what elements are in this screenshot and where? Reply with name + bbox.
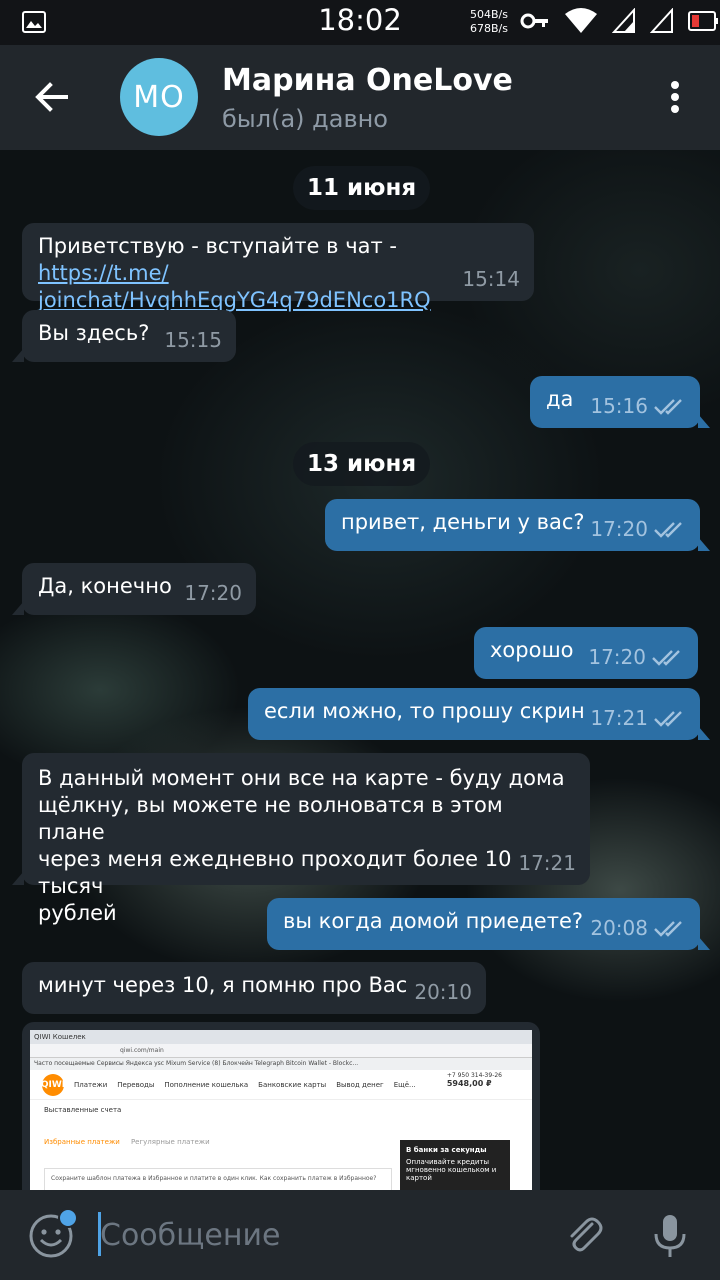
outgoing-message[interactable]: привет, деньги у вас? 17:20 <box>325 499 710 551</box>
network-speed: 504B/s 678B/s <box>470 8 508 36</box>
message-time: 17:20 <box>590 517 648 541</box>
qiwi-invoices: Выставленные счета <box>44 1106 122 1114</box>
message-time: 20:10 <box>414 980 472 1004</box>
chat-title[interactable]: Марина OneLove <box>222 63 513 98</box>
message-text: если можно, то прошу скрин <box>264 699 585 723</box>
wifi-icon <box>565 8 597 33</box>
microphone-icon[interactable] <box>650 1212 690 1260</box>
emoji-notification-dot <box>58 1208 78 1228</box>
message-time: 15:15 <box>164 328 222 352</box>
message-text: вы когда домой приедете? <box>283 909 584 933</box>
message-input[interactable] <box>100 1214 520 1256</box>
message-time: 17:21 <box>518 851 576 875</box>
speed-up: 504B/s <box>470 8 508 21</box>
qiwi-logo: QIWI <box>41 1073 65 1096</box>
back-arrow-icon[interactable] <box>30 75 74 119</box>
message-input-bar <box>0 1190 720 1280</box>
qiwi-screenshot-image: QIWI Кошелек qiwi.com/main Часто посещае… <box>30 1030 532 1190</box>
date-separator: 13 июня <box>293 442 431 486</box>
message-link-cont[interactable]: joinchat/HvqhhEqgYG4q79dENco1RQ <box>38 288 431 312</box>
chat-header: МО Марина OneLove был(а) давно <box>0 45 720 150</box>
vpn-key-icon <box>520 13 548 29</box>
incoming-message[interactable]: Да, конечно 17:20 <box>12 563 256 615</box>
read-checkmarks-icon <box>654 710 682 727</box>
message-link[interactable]: https://t.me/ <box>38 261 169 285</box>
signal-icon-1 <box>612 8 635 33</box>
more-vert-icon[interactable] <box>660 75 690 119</box>
signal-icon-2 <box>650 8 673 33</box>
message-time: 20:08 <box>590 916 648 940</box>
browser-bookmarks: Часто посещаемые Сервисы Яндекса ysc Mix… <box>30 1058 532 1070</box>
attach-paperclip-icon[interactable] <box>562 1212 608 1258</box>
avatar[interactable]: МО <box>120 58 198 136</box>
message-time: 15:14 <box>462 267 520 291</box>
message-text: да <box>546 387 574 411</box>
outgoing-message[interactable]: если можно, то прошу скрин 17:21 <box>248 688 710 740</box>
message-text: Вы здесь? <box>38 321 150 345</box>
message-time: 17:20 <box>588 645 646 669</box>
read-checkmarks-icon <box>654 521 682 538</box>
qiwi-tabs: Избранные платежи Регулярные платежи <box>44 1138 210 1146</box>
date-separator: 11 июня <box>293 166 431 210</box>
qiwi-balance: +7 950 314-39-26 5948,00 ₽ <box>446 1072 502 1088</box>
battery-low-icon <box>688 11 718 31</box>
incoming-message[interactable]: минут через 10, я помню про Вас 20:10 <box>22 962 486 1014</box>
outgoing-message[interactable]: да 15:16 <box>530 376 710 428</box>
speed-down: 678B/s <box>470 22 508 35</box>
qiwi-promo-card: В банки за секунды Оплачивайте кредиты м… <box>400 1140 510 1190</box>
incoming-message[interactable]: В данный момент они все на карте - буду … <box>12 753 590 925</box>
last-seen-status: был(а) давно <box>222 105 388 133</box>
message-time: 15:16 <box>590 394 648 418</box>
message-text: Да, конечно <box>38 574 172 598</box>
status-bar: 18:02 504B/s 678B/s <box>0 0 720 45</box>
outgoing-message[interactable]: вы когда домой приедете? 20:08 <box>267 898 710 950</box>
read-checkmarks-icon <box>654 920 682 937</box>
message-text: привет, деньги у вас? <box>341 510 585 534</box>
message-text: минут через 10, я помню про Вас <box>38 973 408 997</box>
read-checkmarks-icon <box>652 649 680 666</box>
read-checkmarks-icon <box>654 398 682 415</box>
photo-message[interactable]: QIWI Кошелек qiwi.com/main Часто посещае… <box>22 1022 540 1190</box>
browser-url: qiwi.com/main <box>30 1044 532 1058</box>
browser-tab: QIWI Кошелек <box>30 1030 532 1044</box>
status-icons <box>520 8 718 34</box>
message-text: Приветствую - вступайте в чат - https://… <box>38 234 431 312</box>
message-text: хорошо <box>490 638 574 662</box>
incoming-message[interactable]: Вы здесь? 15:15 <box>12 310 236 362</box>
incoming-message[interactable]: Приветствую - вступайте в чат - https://… <box>22 223 534 312</box>
outgoing-message[interactable]: хорошо 17:20 <box>474 627 698 679</box>
message-time: 17:21 <box>590 706 648 730</box>
qiwi-hint: Сохраните шаблон платежа в Избранное и п… <box>44 1168 392 1190</box>
message-time: 17:20 <box>184 581 242 605</box>
